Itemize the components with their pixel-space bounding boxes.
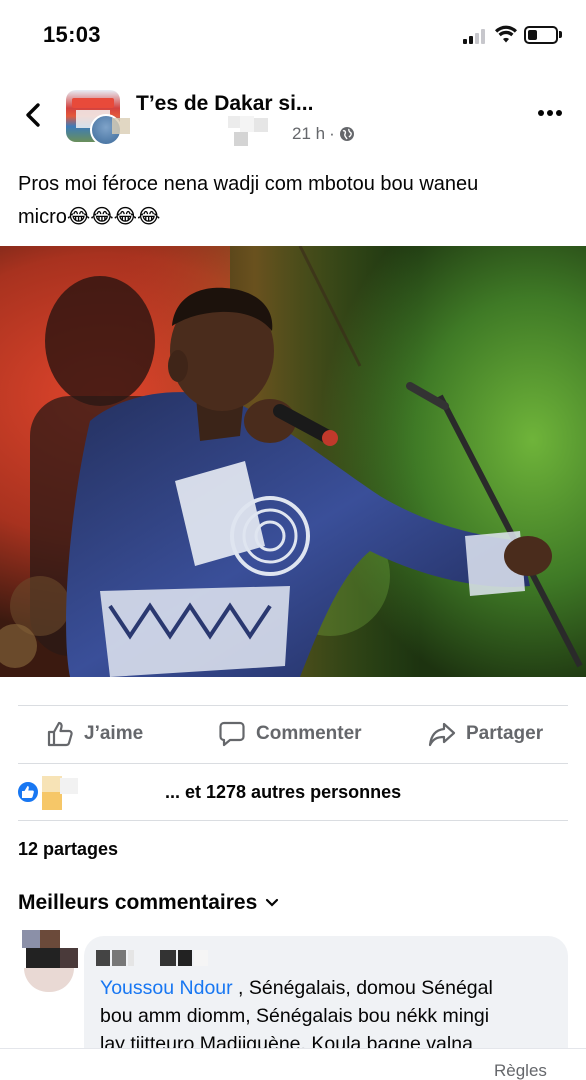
post-text-line: Pros moi féroce nena wadji com mbotou bo… [18, 173, 479, 195]
commenter-avatar[interactable] [22, 930, 78, 994]
thumbs-up-icon [47, 721, 73, 747]
battery-cap [559, 31, 562, 38]
reactions-summary[interactable]: ... et 1278 autres personnes [0, 774, 586, 812]
back-button[interactable] [20, 100, 48, 130]
comments-filter-button[interactable]: Meilleurs commentaires [18, 891, 279, 915]
shares-count[interactable]: 12 partages [18, 839, 118, 860]
wifi-icon [494, 24, 518, 49]
author-avatar-redaction [112, 118, 130, 134]
post-time: 21 h [292, 124, 326, 143]
commenter-name-redacted [96, 950, 208, 968]
like-reaction-icon [16, 780, 40, 804]
post-text-line: micro😂😂😂😂 [18, 206, 161, 228]
post-text: Pros moi féroce nena wadji com mbotou bo… [18, 168, 568, 234]
comment-mention[interactable]: Youssou Ndour [100, 977, 233, 999]
status-bar: 15:03 [0, 0, 586, 70]
reaction-redaction [42, 776, 78, 810]
more-options-button[interactable] [538, 108, 566, 118]
share-label: Partager [466, 723, 544, 744]
speech-bubble-icon [219, 721, 245, 747]
action-bar: J’aime Commenter Partager [0, 706, 586, 764]
comment-text: Youssou Ndour , Sénégalais, domou Sénéga… [100, 974, 550, 1058]
chevron-down-icon [266, 898, 279, 907]
comments-header-label: Meilleurs commentaires [18, 891, 258, 914]
status-time: 15:03 [43, 22, 101, 47]
like-label: J’aime [84, 723, 144, 744]
meta-separator: · [329, 124, 335, 143]
share-button[interactable]: Partager [428, 720, 543, 748]
bottom-bar: Règles [0, 1048, 586, 1080]
globe-icon [339, 126, 355, 142]
like-button[interactable]: J’aime [46, 720, 143, 748]
comment-button[interactable]: Commenter [218, 720, 362, 748]
comment-label: Commenter [256, 723, 362, 744]
group-name[interactable]: T’es de Dakar si... [136, 92, 313, 116]
comment-line: bou amm diomm, Sénégalais bou nékk mingi [100, 1005, 490, 1027]
share-arrow-icon [428, 722, 456, 747]
divider [18, 820, 568, 821]
battery-level [528, 30, 537, 40]
rules-link[interactable]: Règles [494, 1061, 547, 1080]
author-name-redacted [228, 116, 268, 150]
chevron-left-icon [26, 103, 40, 127]
reactions-text: ... et 1278 autres personnes [165, 782, 402, 802]
concert-singer-photo [0, 246, 586, 677]
post-header: T’es de Dakar si... 21 h · [0, 80, 586, 150]
divider [18, 763, 568, 764]
comment-line: , Sénégalais, domou Sénégal [232, 977, 493, 999]
post-meta: 21 h · [292, 124, 355, 144]
cellular-signal-icon [463, 28, 489, 44]
battery-icon [524, 26, 558, 44]
post-photo[interactable] [0, 246, 586, 677]
